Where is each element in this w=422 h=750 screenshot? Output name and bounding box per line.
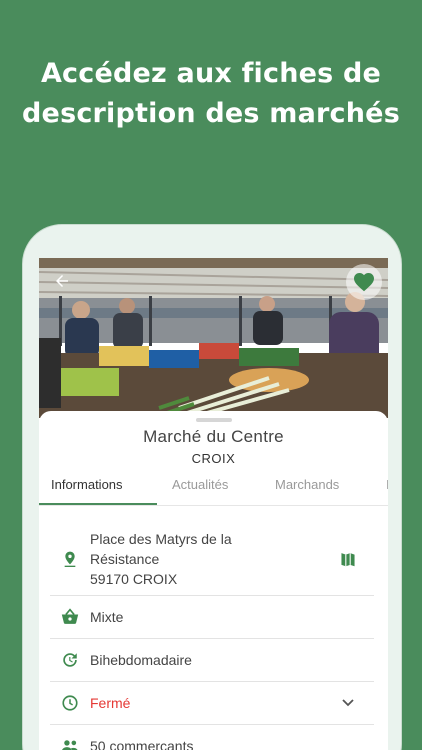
address-text: Place des Matyrs de la Résistance 59170 … — [90, 529, 232, 589]
market-frequency: Bihebdomadaire — [90, 652, 192, 668]
people-icon — [60, 736, 80, 750]
active-tab-indicator — [39, 503, 157, 505]
map-icon[interactable] — [338, 549, 358, 569]
address-line-2: Résistance — [90, 550, 160, 567]
phone-screen: Marché du Centre CROIX Informations Actu… — [39, 258, 388, 750]
chevron-down-icon[interactable] — [338, 693, 358, 713]
tab-marchands[interactable]: Marchands — [275, 477, 339, 492]
details-tabs: Informations Actualités Marchands I — [39, 477, 388, 507]
headline-line-2: description des marchés — [22, 98, 400, 129]
heart-icon — [354, 273, 374, 292]
basket-icon — [60, 607, 80, 627]
market-city: CROIX — [191, 451, 236, 466]
market-type: Mixte — [90, 609, 124, 625]
clock-icon — [60, 693, 80, 713]
type-row: Mixte — [50, 596, 374, 639]
arrow-left-icon — [56, 275, 68, 287]
tab-more[interactable]: I — [386, 477, 388, 492]
favorite-button[interactable] — [346, 264, 382, 300]
merchants-row: 50 commerçants — [50, 725, 374, 750]
address-line-3: 59170 CROIX — [90, 570, 178, 587]
tabs-divider — [39, 505, 388, 506]
promo-headline: Accédez aux fiches de description des ma… — [0, 54, 422, 134]
frequency-row: Bihebdomadaire — [50, 639, 374, 682]
info-list: Place des Matyrs de la Résistance 59170 … — [50, 522, 374, 750]
opening-status: Fermé — [90, 695, 131, 711]
market-name: Marché du Centre — [143, 427, 284, 446]
sheet-drag-handle[interactable] — [196, 418, 232, 422]
address-row[interactable]: Place des Matyrs de la Résistance 59170 … — [50, 522, 374, 596]
headline-line-1: Accédez aux fiches de — [40, 58, 382, 89]
merchant-count: 50 commerçants — [90, 738, 194, 750]
refresh-clock-icon — [60, 650, 80, 670]
tab-actualites[interactable]: Actualités — [172, 477, 228, 492]
tab-informations[interactable]: Informations — [51, 477, 123, 492]
market-details-sheet: Marché du Centre CROIX Informations Actu… — [39, 411, 388, 750]
location-pin-icon — [60, 549, 80, 569]
market-photo — [39, 258, 388, 418]
back-button[interactable] — [47, 266, 77, 296]
address-line-1: Place des Matyrs de la — [90, 530, 232, 547]
status-row[interactable]: Fermé — [50, 682, 374, 725]
